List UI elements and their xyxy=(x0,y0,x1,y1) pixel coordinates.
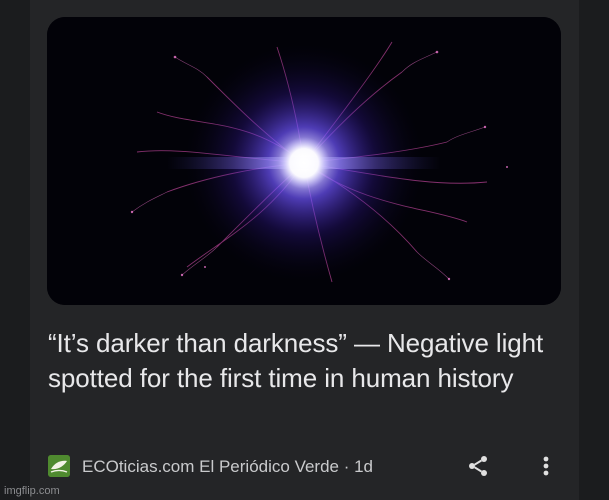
leaf-logo-icon xyxy=(48,455,70,477)
article-source[interactable]: ECOticias.com El Periódico Verde · 1d xyxy=(82,457,373,477)
watermark-text: imgflip.com xyxy=(4,485,60,497)
article-image[interactable] xyxy=(47,17,561,305)
more-vert-icon[interactable] xyxy=(536,454,556,478)
article-meta: ECOticias.com El Periódico Verde · 1d xyxy=(48,452,563,480)
article-headline[interactable]: “It’s darker than darkness” — Negative l… xyxy=(48,326,573,396)
share-icon[interactable] xyxy=(466,454,490,478)
